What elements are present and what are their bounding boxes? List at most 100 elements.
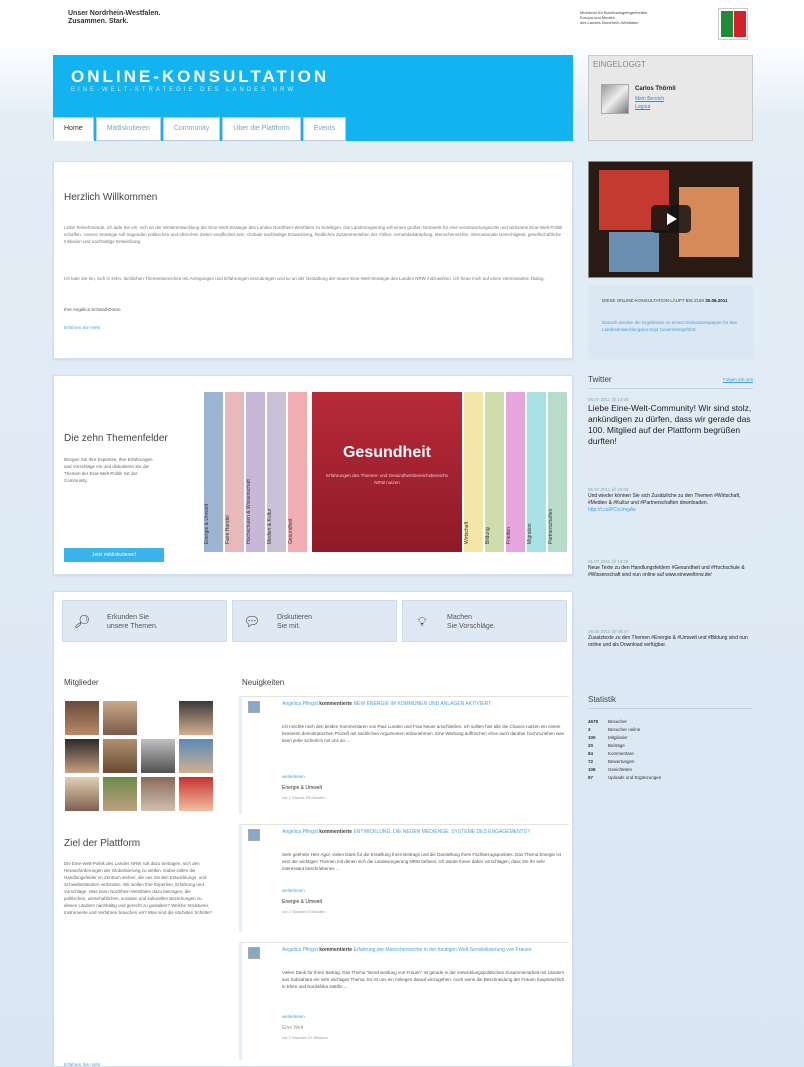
news-thumbnail[interactable] xyxy=(248,829,260,841)
featured-theme-subtitle: Erfahrungen des Themen- und Gesundheitsb… xyxy=(326,473,448,485)
nrw-crest-logo[interactable] xyxy=(718,8,748,40)
twitter-follow-link[interactable]: Folgen Sie uns xyxy=(723,377,753,382)
news-headline[interactable]: Angelica Pfingst kommentierte Erfahrung … xyxy=(282,947,567,954)
login-header: EINGELOGGT xyxy=(593,60,646,69)
news-time: vor 2 Stunden 3 Minuten xyxy=(282,909,326,914)
theme-book-frieden[interactable]: Frieden xyxy=(506,392,525,552)
theme-book-energie[interactable]: Energie & Umwelt xyxy=(204,392,223,552)
theme-book-wirtschaft[interactable]: Wirtschaft xyxy=(464,392,483,552)
theme-book-label: Migration xyxy=(527,523,533,544)
member-avatar[interactable] xyxy=(102,738,138,774)
theme-book-label: Medien & Kultur xyxy=(267,508,273,544)
discuss-button[interactable]: 💬︎ Diskutieren Sie mit. xyxy=(232,600,397,642)
stat-row: 3 Besucher online xyxy=(588,727,641,732)
stats-title: Statistik xyxy=(588,695,753,709)
theme-book-gesundheit[interactable]: Gesundheit xyxy=(288,392,307,552)
lightbulb-icon: 💡︎ xyxy=(417,614,427,629)
tweet: 01.07.2011 @ 13:25 Neue Texte zu den Han… xyxy=(588,558,753,579)
news-more-link[interactable]: weiterlesen xyxy=(282,887,567,894)
news-time: vor 1 Stunde 25 Minuten xyxy=(282,795,326,800)
action-label: Machen Sie Vorschläge. xyxy=(447,614,496,630)
news-body: Ich möchte mich den beiden Kommentaren v… xyxy=(282,724,564,743)
news-more-link[interactable]: weiterlesen xyxy=(282,773,567,780)
tweet: 05.07.2011 @ 14:58 Liebe Eine-Welt-Commu… xyxy=(588,396,753,447)
theme-book-fairer-handel[interactable]: Faire Handel xyxy=(225,392,244,552)
member-avatar[interactable] xyxy=(102,700,138,736)
member-avatar[interactable] xyxy=(64,776,100,812)
theme-book-partnerschaften[interactable]: Partnerschaften xyxy=(548,392,567,552)
discuss-now-button[interactable]: Jetzt mitdiskutieren! xyxy=(64,548,164,562)
news-body: Sehr geehrter Herr Agor, vielen Dank für… xyxy=(282,852,561,871)
tab-community[interactable]: Community xyxy=(162,117,221,141)
news-body: Vielen Dank für Ihren Beitrag. Das Thema… xyxy=(282,970,565,989)
news-thumbnail[interactable] xyxy=(248,701,260,713)
news-headline[interactable]: Angelica Pfingst kommentierte NEW ENERGI… xyxy=(282,701,567,708)
news-more-link[interactable]: weiterlesen xyxy=(282,1013,567,1020)
tweet-text: Neue Texte zu den Handlungsfeldern #Gesu… xyxy=(588,565,745,578)
twitter-header: Twitter Folgen Sie uns xyxy=(588,375,753,389)
tab-mitdiskutieren[interactable]: Mitdiskutieren xyxy=(95,117,161,141)
theme-book-label: Hochschulen & Wissenschaft xyxy=(246,479,252,544)
tweet-text: Liebe Eine-Welt-Community! Wir sind stol… xyxy=(588,403,752,446)
member-avatar[interactable] xyxy=(140,776,176,812)
goal-more-link[interactable]: Erfahren Sie mehr xyxy=(64,1062,101,1067)
theme-book-medien[interactable]: Medien & Kultur xyxy=(267,392,286,552)
logout-link[interactable]: Logout xyxy=(635,104,650,110)
news-item: Angelica Pfingst kommentierte ENTWICKLUN… xyxy=(239,824,569,932)
make-suggestions-button[interactable]: 💡︎ Machen Sie Vorschläge. xyxy=(402,600,567,642)
theme-book-label: Partnerschaften xyxy=(548,508,554,544)
stat-row: 97 Uploads und Ergänzungen xyxy=(588,775,662,780)
welcome-more-link[interactable]: Erfahren Sie mehr xyxy=(64,325,101,330)
themes-text: Bringen Sie Ihre Expertise, Ihre Erfahru… xyxy=(64,457,153,483)
theme-book-bildung[interactable]: Bildung xyxy=(485,392,504,552)
featured-theme-title: Gesundheit xyxy=(342,444,431,461)
ministry-name: Ministerin für Bundesangelegenheiten, Eu… xyxy=(580,10,710,25)
welcome-title: Herzlich Willkommen xyxy=(64,192,158,203)
slogan-line1: Unser Nordrhein-Westfalen. xyxy=(68,10,161,17)
twitter-title: Twitter xyxy=(588,375,612,384)
news-time: vor 2 Stunden 22 Minuten xyxy=(282,1035,328,1040)
members-grid xyxy=(64,700,219,814)
theme-book-label: Bildung xyxy=(485,527,491,544)
featured-theme[interactable]: Gesundheit Erfahrungen des Themen- und G… xyxy=(312,392,462,552)
video-player[interactable] xyxy=(588,161,753,278)
user-name: Carlos Thörnli xyxy=(635,86,676,92)
news-category[interactable]: Eine Welt xyxy=(282,1025,303,1031)
goal-text: Die Eine-Welt-Politik des Landes NRW sol… xyxy=(64,861,213,915)
member-avatar[interactable] xyxy=(102,776,138,812)
action-label: Diskutieren Sie mit. xyxy=(277,614,313,630)
tab-home[interactable]: Home xyxy=(53,117,94,141)
site-title[interactable]: ONLINE-KONSULTATION xyxy=(71,67,329,87)
community-panel: 🔎︎ Erkunden Sie unsere Themen. 💬︎ Diskuti… xyxy=(53,591,573,1067)
notice-text[interactable]: Danach werden die Ergebnisse zu einem Di… xyxy=(602,319,742,333)
welcome-signature: Ihre Angelica Schwall-Düren xyxy=(64,307,121,312)
login-box: EINGELOGGT Carlos Thörnli Mein Bereich L… xyxy=(588,55,753,141)
avatar[interactable] xyxy=(601,84,629,114)
member-avatar[interactable] xyxy=(178,700,214,736)
member-avatar[interactable] xyxy=(178,776,214,812)
theme-book-migration[interactable]: Migration xyxy=(527,392,546,552)
tab-events[interactable]: Events xyxy=(302,117,347,141)
stat-row: 108 Gesichteten xyxy=(588,767,633,772)
member-avatar[interactable] xyxy=(140,738,176,774)
explore-themes-button[interactable]: 🔎︎ Erkunden Sie unsere Themen. xyxy=(62,600,227,642)
tweet: 29.06.2011 @ 09:47 Zusatztexte zu den Th… xyxy=(588,628,753,649)
news-category[interactable]: Energie & Umwelt xyxy=(282,785,322,791)
slogan: Unser Nordrhein-Westfalen. Zusammen. Sta… xyxy=(68,10,160,26)
site-subtitle: EINE-WELT-STRATEGIE DES LANDES NRW xyxy=(71,87,297,93)
tab-about[interactable]: Über die Plattform xyxy=(222,117,301,141)
news-category[interactable]: Energie & Umwelt xyxy=(282,899,322,905)
member-avatar[interactable] xyxy=(64,700,100,736)
play-icon[interactable] xyxy=(651,205,691,233)
tweet-link[interactable]: http://t.co/PCxUmgAx xyxy=(588,507,636,513)
my-area-link[interactable]: Mein Bereich xyxy=(635,96,664,102)
news-thumbnail[interactable] xyxy=(248,947,260,959)
theme-book-label: Faire Handel xyxy=(225,515,231,544)
theme-book-hochschulen[interactable]: Hochschulen & Wissenschaft xyxy=(246,392,265,552)
news-headline[interactable]: Angelica Pfingst kommentierte ENTWICKLUN… xyxy=(282,829,567,836)
welcome-panel: Herzlich Willkommen Liebe Teilnehmende, … xyxy=(53,161,573,359)
theme-book-label: Energie & Umwelt xyxy=(204,503,210,544)
member-avatar[interactable] xyxy=(178,738,214,774)
top-header: Unser Nordrhein-Westfalen. Zusammen. Sta… xyxy=(68,8,758,48)
member-avatar[interactable] xyxy=(64,738,100,774)
